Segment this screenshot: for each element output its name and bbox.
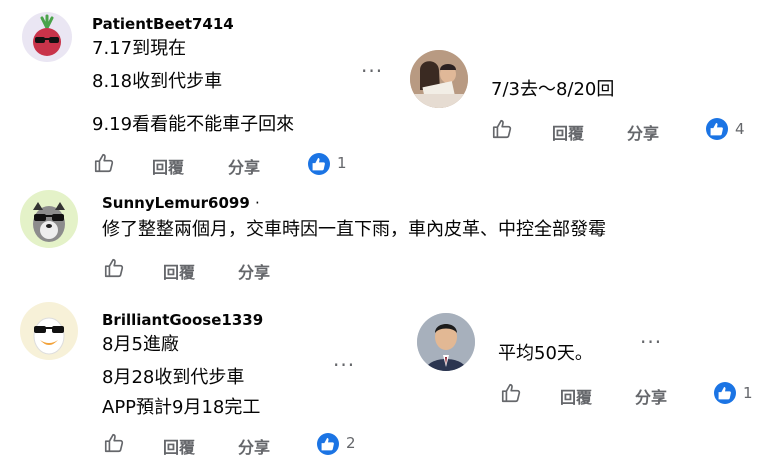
share-button[interactable]: 分享 (228, 154, 260, 178)
avatar-beet[interactable] (22, 12, 72, 62)
like-icon[interactable] (500, 382, 522, 404)
reply-button[interactable]: 回覆 (552, 120, 584, 144)
comment-line: 8月28收到代步車 (102, 367, 245, 388)
share-button[interactable]: 分享 (238, 434, 270, 458)
reaction-count: 1 (743, 384, 753, 402)
like-reaction-icon[interactable] (308, 153, 330, 175)
beet-avatar-icon (33, 14, 61, 56)
reply-button[interactable]: 回覆 (163, 434, 195, 458)
reaction-count: 2 (346, 434, 356, 452)
reaction-count: 4 (735, 120, 745, 138)
share-button[interactable]: 分享 (635, 384, 667, 408)
reply-text: 7/3去～8/20回 (491, 79, 615, 100)
like-icon[interactable] (103, 257, 125, 279)
reply-button[interactable]: 回覆 (152, 154, 184, 178)
comment-author[interactable]: SunnyLemur6099 (102, 194, 250, 212)
comment-line: 8.18收到代步車 (92, 71, 223, 92)
avatar-lemur[interactable] (20, 190, 78, 248)
avatar-reply-couple[interactable] (410, 50, 468, 108)
more-dots-icon[interactable]: ··· (333, 355, 355, 375)
like-reaction-icon[interactable] (706, 118, 728, 140)
author-separator: · (255, 194, 260, 212)
comment-line: 7.17到現在 (92, 38, 187, 59)
reply-button[interactable]: 回覆 (163, 259, 195, 283)
like-icon[interactable] (103, 432, 125, 454)
lemur-avatar-icon (33, 202, 65, 242)
avatar-goose[interactable] (20, 302, 78, 360)
more-dots-icon[interactable]: ··· (361, 61, 383, 81)
photo-avatar-icon (410, 50, 468, 108)
comment-author-row: SunnyLemur6099 · (102, 194, 260, 212)
reply-button[interactable]: 回覆 (560, 384, 592, 408)
more-dots-icon[interactable]: ··· (640, 332, 662, 352)
like-icon[interactable] (491, 118, 513, 140)
share-button[interactable]: 分享 (627, 120, 659, 144)
comment-line: APP預計9月18完工 (102, 397, 261, 418)
comment-line: 8月5進廠 (102, 334, 179, 355)
reply-text: 平均50天。 (498, 343, 593, 364)
comment-author[interactable]: PatientBeet7414 (92, 15, 234, 33)
share-button[interactable]: 分享 (238, 259, 270, 283)
like-reaction-icon[interactable] (714, 382, 736, 404)
like-icon[interactable] (93, 152, 115, 174)
photo-avatar-icon (417, 313, 475, 371)
comment-line: 修了整整兩個月，交車時因一直下雨，車內皮革、中控全部發霉 (102, 219, 606, 240)
avatar-reply-man[interactable] (417, 313, 475, 371)
comment-author[interactable]: BrilliantGoose1339 (102, 311, 263, 329)
reaction-count: 1 (337, 154, 347, 172)
goose-avatar-icon (33, 317, 65, 355)
like-reaction-icon[interactable] (317, 433, 339, 455)
comment-line: 9.19看看能不能車子回來 (92, 114, 295, 135)
